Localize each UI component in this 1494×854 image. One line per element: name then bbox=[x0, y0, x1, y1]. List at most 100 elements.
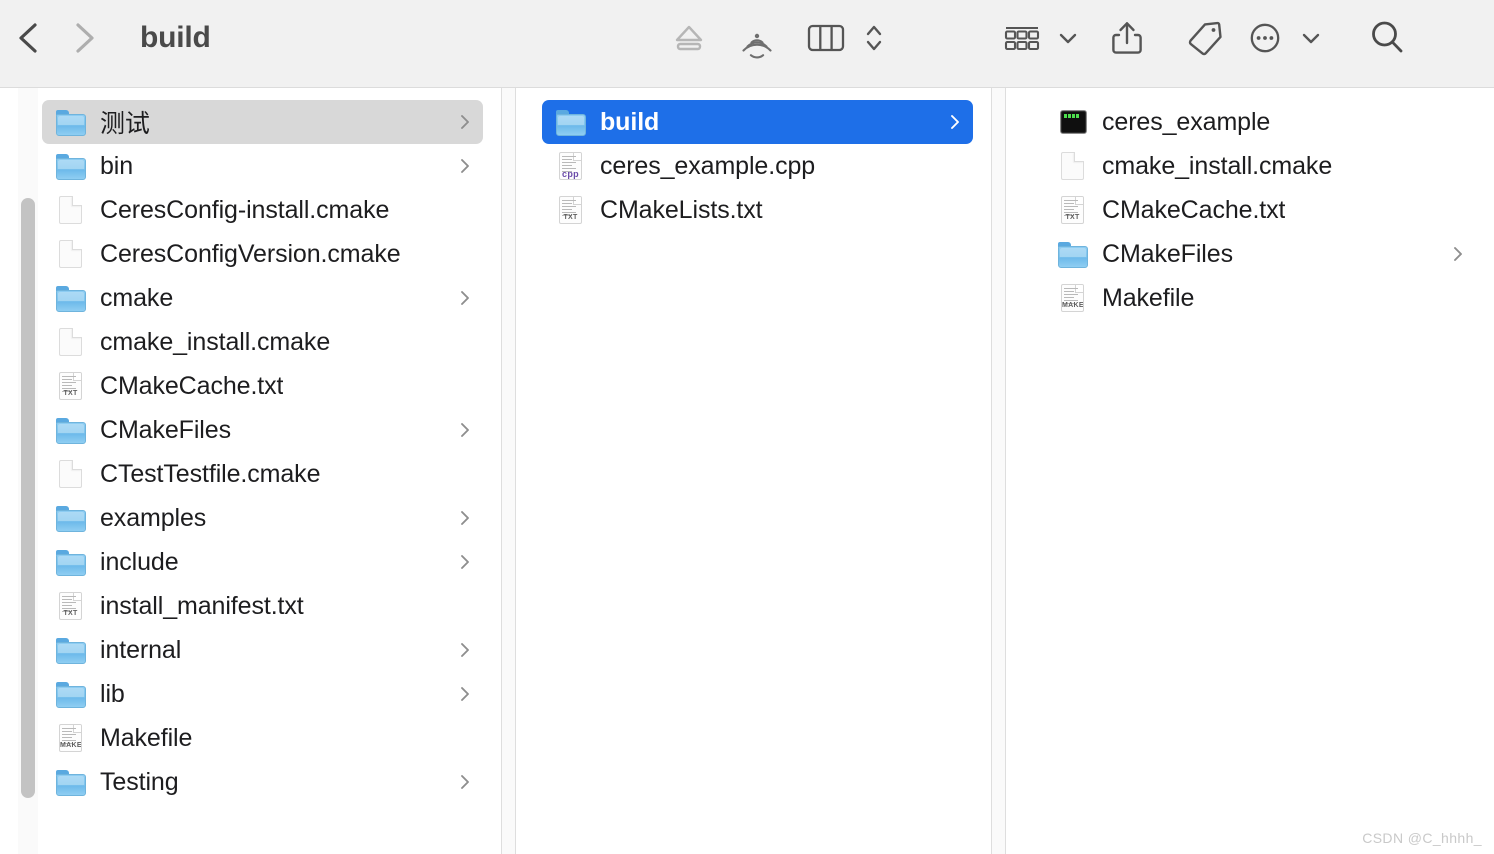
chevron-right-icon bbox=[70, 20, 98, 56]
unix-executable-icon bbox=[1058, 107, 1088, 137]
chevron-right-icon[interactable] bbox=[459, 156, 471, 176]
list-item[interactable]: CTestTestfile.cmake bbox=[42, 452, 483, 496]
list-item[interactable]: cmake bbox=[42, 276, 483, 320]
more-chevron[interactable] bbox=[1290, 10, 1332, 66]
column-view-icon bbox=[805, 22, 847, 54]
makefile-icon: MAKE bbox=[1058, 283, 1088, 313]
list-item[interactable]: TXT CMakeLists.txt bbox=[542, 188, 973, 232]
folder-icon bbox=[56, 770, 86, 796]
chevron-right-icon[interactable] bbox=[459, 288, 471, 308]
window-toolbar: build bbox=[0, 0, 1494, 88]
txt-file-icon: TXT bbox=[59, 592, 82, 620]
folder-icon bbox=[556, 110, 586, 136]
document-icon bbox=[59, 240, 82, 268]
list-item[interactable]: lib bbox=[42, 672, 483, 716]
list-item[interactable]: examples bbox=[42, 496, 483, 540]
column-3: ceres_example cmake_install.cmake TXT CMake… bbox=[1006, 88, 1494, 854]
folder-icon bbox=[56, 286, 86, 312]
forward-button[interactable] bbox=[56, 10, 112, 66]
folder-icon bbox=[56, 682, 86, 708]
document-icon bbox=[1061, 152, 1084, 180]
search-button[interactable] bbox=[1332, 10, 1442, 66]
column-1-gutter bbox=[502, 88, 515, 854]
back-button[interactable] bbox=[0, 10, 56, 66]
chevron-right-icon[interactable] bbox=[459, 640, 471, 660]
list-item[interactable]: CeresConfig-install.cmake bbox=[42, 188, 483, 232]
list-item-label: CTestTestfile.cmake bbox=[100, 459, 321, 488]
list-item[interactable]: MAKE Makefile bbox=[42, 716, 483, 760]
group-by-button[interactable] bbox=[1000, 10, 1044, 66]
list-item-label: ceres_example.cpp bbox=[600, 151, 816, 180]
view-stepper[interactable] bbox=[856, 10, 892, 66]
tag-button[interactable] bbox=[1166, 10, 1244, 66]
list-item-label: CMakeCache.txt bbox=[100, 371, 284, 400]
list-item-label: 测试 bbox=[100, 110, 150, 138]
list-item[interactable]: cmake_install.cmake bbox=[42, 320, 483, 364]
chevron-right-icon[interactable] bbox=[459, 420, 471, 440]
view-column-button[interactable] bbox=[796, 10, 856, 66]
chevron-right-icon[interactable] bbox=[949, 112, 961, 132]
document-icon bbox=[1058, 151, 1088, 181]
list-item-label: ceres_example bbox=[1102, 107, 1271, 136]
chevron-right-icon[interactable] bbox=[459, 112, 471, 132]
document-icon bbox=[56, 239, 86, 269]
chevron-right-icon[interactable] bbox=[459, 508, 471, 528]
txt-file-icon: TXT bbox=[1061, 196, 1084, 224]
list-item[interactable]: 测试 bbox=[42, 100, 483, 144]
folder-icon bbox=[56, 415, 86, 445]
list-item[interactable]: TXT CMakeCache.txt bbox=[1044, 188, 1476, 232]
list-item-label: build bbox=[600, 107, 660, 136]
share-button[interactable] bbox=[1088, 10, 1166, 66]
list-item-label: cmake_install.cmake bbox=[1102, 151, 1333, 180]
toolbar-right-group bbox=[1000, 8, 1442, 68]
group-by-chevron[interactable] bbox=[1048, 10, 1088, 66]
column-2-gutter bbox=[992, 88, 1005, 854]
list-item[interactable]: bin bbox=[42, 144, 483, 188]
list-item[interactable]: CMakeFiles bbox=[1044, 232, 1476, 276]
chevron-right-icon[interactable] bbox=[1452, 244, 1464, 264]
list-item[interactable]: TXT install_manifest.txt bbox=[42, 584, 483, 628]
list-item-label: CMakeCache.txt bbox=[1102, 195, 1286, 224]
list-item-label: internal bbox=[100, 635, 182, 664]
list-item[interactable]: ceres_example bbox=[1044, 100, 1476, 144]
folder-icon bbox=[556, 107, 586, 137]
folder-icon bbox=[56, 635, 86, 665]
txt-file-icon: TXT bbox=[556, 195, 586, 225]
document-icon bbox=[59, 460, 82, 488]
list-item[interactable]: CeresConfigVersion.cmake bbox=[42, 232, 483, 276]
list-item[interactable]: build bbox=[542, 100, 973, 144]
list-item-label: bin bbox=[100, 151, 134, 180]
toolbar-center-group bbox=[660, 8, 892, 68]
list-item[interactable]: cpp ceres_example.cpp bbox=[542, 144, 973, 188]
document-icon bbox=[56, 195, 86, 225]
share-icon bbox=[1109, 19, 1145, 57]
document-icon bbox=[56, 459, 86, 489]
list-item[interactable]: MAKE Makefile bbox=[1044, 276, 1476, 320]
list-item[interactable]: include bbox=[42, 540, 483, 584]
chevron-right-icon[interactable] bbox=[459, 772, 471, 792]
list-item-label: examples bbox=[100, 503, 207, 532]
list-item-label: CeresConfigVersion.cmake bbox=[100, 239, 401, 268]
watermark: CSDN @C_hhhh_ bbox=[1362, 830, 1482, 846]
list-item[interactable]: internal bbox=[42, 628, 483, 672]
list-item[interactable]: Testing bbox=[42, 760, 483, 804]
chevron-right-icon[interactable] bbox=[459, 552, 471, 572]
txt-file-icon: TXT bbox=[56, 591, 86, 621]
airdrop-button[interactable] bbox=[718, 10, 796, 66]
vertical-scrollbar-thumb[interactable] bbox=[21, 198, 35, 798]
list-item-label: Testing bbox=[100, 767, 179, 796]
tag-icon bbox=[1185, 19, 1225, 57]
chevron-down-icon bbox=[1057, 28, 1079, 48]
list-item[interactable]: CMakeFiles bbox=[42, 408, 483, 452]
navigation-controls bbox=[0, 8, 130, 68]
chevron-updown-icon bbox=[864, 21, 884, 55]
column-1-list: 测试 bin CeresConfig-install.cmake CeresConfi… bbox=[0, 100, 501, 804]
chevron-right-icon[interactable] bbox=[459, 684, 471, 704]
list-item[interactable]: cmake_install.cmake bbox=[1044, 144, 1476, 188]
list-item-label: cmake_install.cmake bbox=[100, 327, 331, 356]
makefile-icon: MAKE bbox=[56, 723, 86, 753]
list-item-label: lib bbox=[100, 679, 125, 708]
list-item[interactable]: TXT CMakeCache.txt bbox=[42, 364, 483, 408]
eject-button[interactable] bbox=[660, 10, 718, 66]
more-button[interactable] bbox=[1244, 10, 1286, 66]
